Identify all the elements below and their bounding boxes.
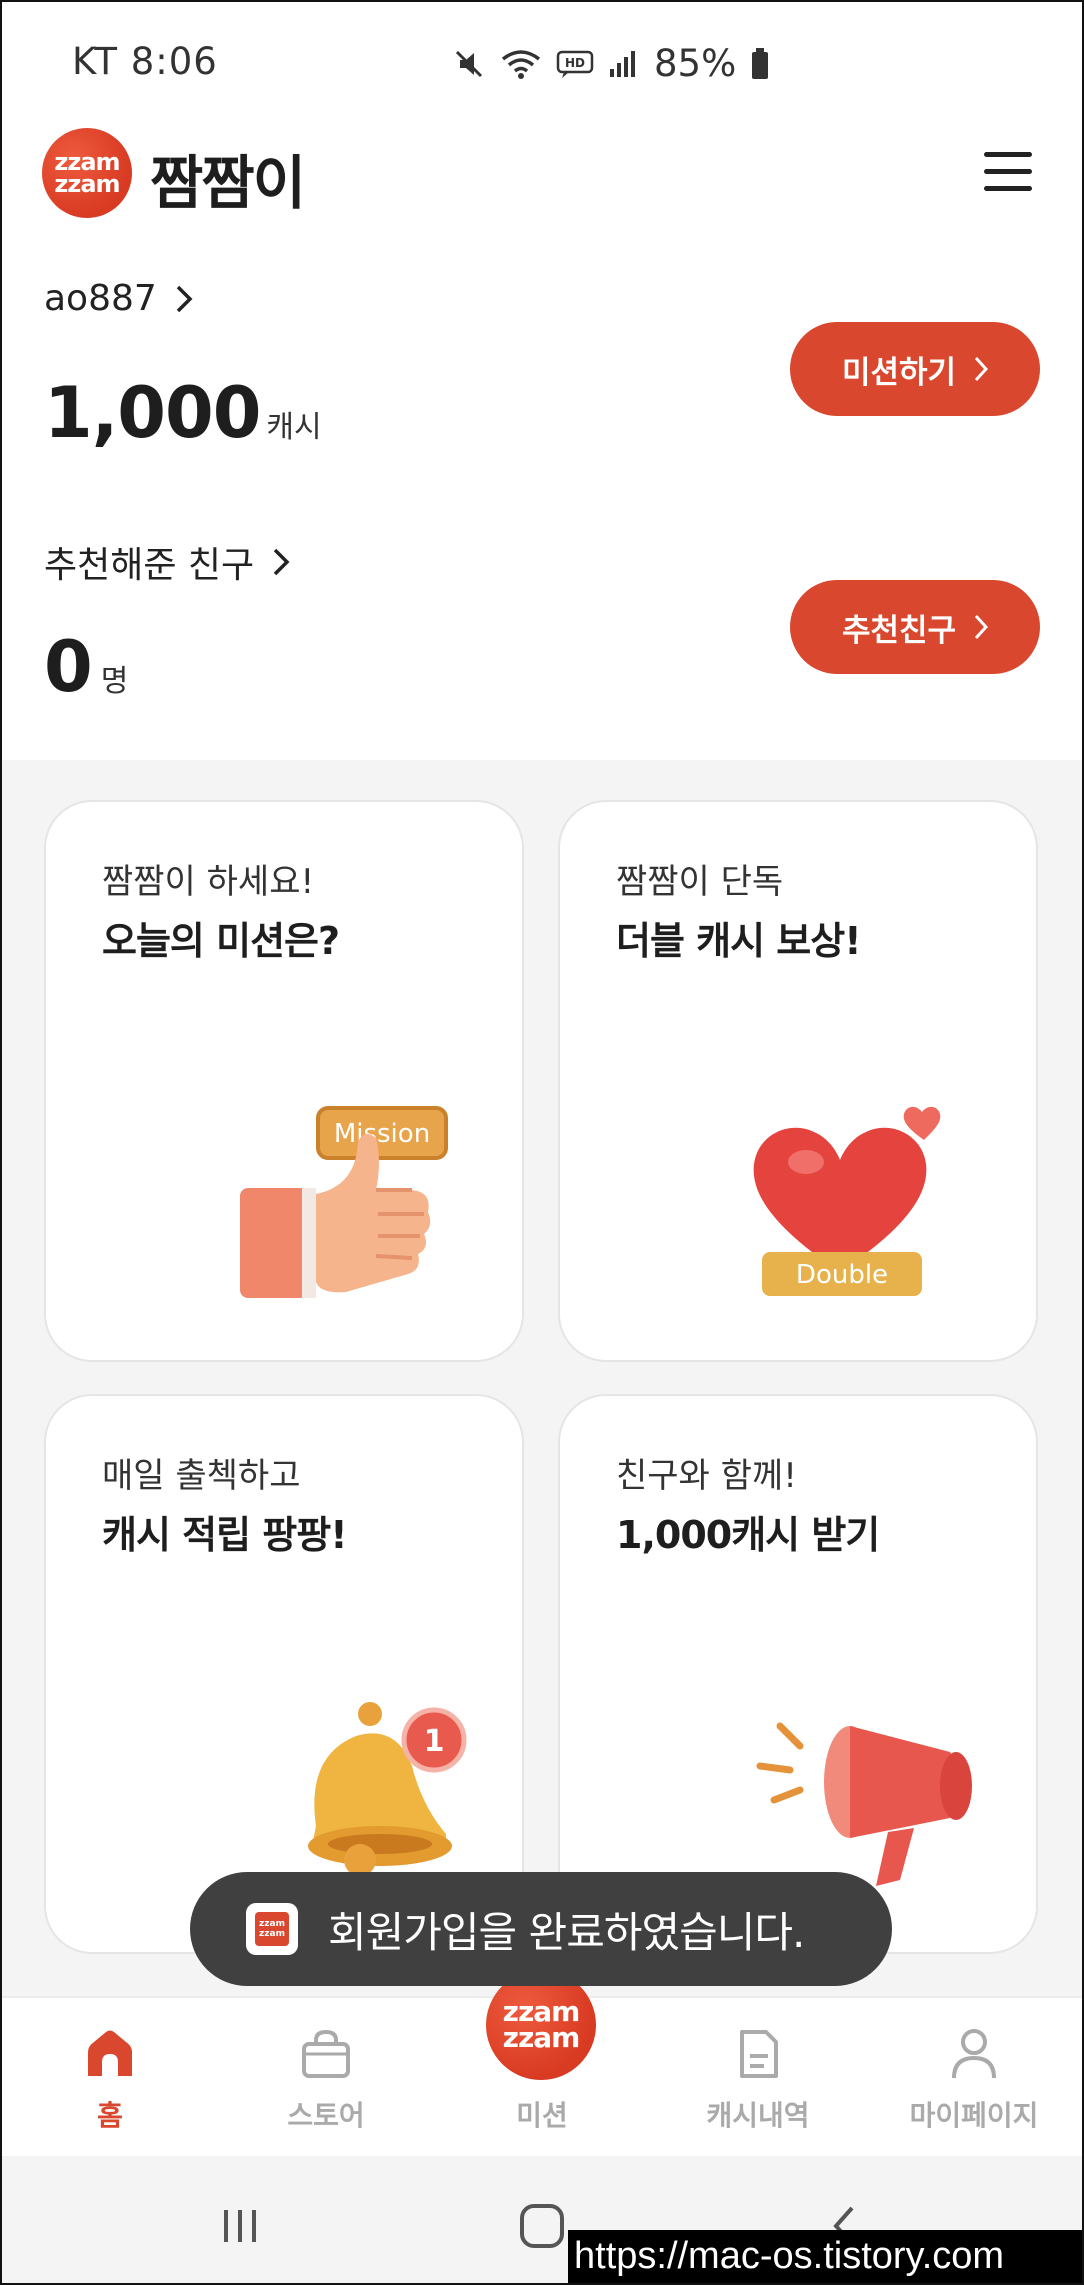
- card-today-mission[interactable]: 짬짬이 하세요! 오늘의 미션은? Mission: [44, 800, 524, 1362]
- app-icon: zzam zzam: [246, 1903, 298, 1955]
- home-icon: [88, 2030, 132, 2076]
- cash-unit: 캐시: [266, 410, 322, 445]
- wifi-icon: [501, 49, 541, 79]
- hamburger-menu-icon[interactable]: [984, 150, 1036, 194]
- nav-store[interactable]: 스토어: [226, 1998, 426, 2158]
- watermark: https://mac-os.tistory.com: [568, 2230, 1082, 2283]
- nav-my-page[interactable]: 마이페이지: [874, 1998, 1074, 2158]
- nav-home[interactable]: 홈: [10, 1998, 210, 2158]
- friends-count: 0 명: [44, 626, 128, 708]
- app-title: 짬짬이: [150, 149, 306, 217]
- hd-voice-icon: HD: [556, 50, 594, 78]
- svg-text:HD: HD: [565, 56, 585, 70]
- notification-badge: 1: [424, 1724, 445, 1759]
- mission-button[interactable]: 미션하기: [790, 322, 1040, 416]
- friends-unit: 명: [100, 664, 129, 699]
- app-logo: zzam zzam: [42, 128, 132, 218]
- card-title: 더블 캐시 보상!: [616, 919, 862, 963]
- signal-icon: [610, 50, 635, 77]
- signup-complete-toast: zzam zzam 회원가입을 완료하였습니다.: [190, 1872, 892, 1986]
- friends-label: 추천해준 친구: [44, 545, 255, 586]
- card-subtitle: 매일 출첵하고: [102, 1456, 301, 1496]
- bottom-navigation: 홈 스토어 미션 zzam zzam 캐시내역 마이페이지: [0, 1970, 1084, 2158]
- card-subtitle: 친구와 함께!: [616, 1456, 797, 1496]
- home-button-icon[interactable]: [512, 2196, 572, 2256]
- status-time: KT 8:06: [72, 40, 218, 83]
- battery-percentage: 85%: [654, 42, 737, 85]
- person-icon: [952, 2029, 996, 2079]
- card-subtitle: 짬짬이 하세요!: [102, 862, 315, 902]
- status-icons: HD 85%: [452, 42, 770, 85]
- thumbs-up-icon: Mission: [240, 1106, 448, 1298]
- chevron-right-icon: [273, 548, 290, 576]
- feature-cards-area: 짬짬이 하세요! 오늘의 미션은? Mission 짬짬이 단독 더블 캐시 보…: [0, 760, 1084, 1996]
- shopping-bag-icon: [302, 2029, 350, 2078]
- card-title: 캐시 적립 팡팡!: [102, 1513, 348, 1557]
- username: ao887: [44, 278, 157, 319]
- mission-tag: Mission: [334, 1119, 430, 1149]
- card-title: 1,000캐시 받기: [616, 1513, 880, 1557]
- toast-message: 회원가입을 완료하였습니다.: [328, 1907, 805, 1957]
- chevron-right-icon: [974, 356, 989, 382]
- megaphone-icon: [756, 1722, 972, 1886]
- card-subtitle: 짬짬이 단독: [616, 862, 784, 902]
- card-double-cash[interactable]: 짬짬이 단독 더블 캐시 보상! Double: [558, 800, 1038, 1362]
- document-icon: [740, 2030, 778, 2078]
- card-attendance[interactable]: 매일 출첵하고 캐시 적립 팡팡! 1: [44, 1394, 524, 1954]
- chevron-right-icon: [176, 285, 193, 312]
- chevron-right-icon: [974, 614, 989, 640]
- app-header: zzam zzam 짬짬이: [0, 120, 1084, 230]
- mute-icon: [455, 50, 483, 77]
- username-link[interactable]: ao887: [44, 278, 193, 319]
- zzamzzam-logo-icon[interactable]: zzam zzam: [486, 1970, 596, 2080]
- referral-button[interactable]: 추천친구: [790, 580, 1040, 674]
- cash-balance: 1,000 캐시: [44, 372, 322, 454]
- heart-icon: Double: [753, 1106, 941, 1296]
- bell-icon: 1: [308, 1702, 467, 1876]
- card-title: 오늘의 미션은?: [102, 919, 340, 963]
- referred-friends-link[interactable]: 추천해준 친구: [44, 536, 290, 588]
- recent-apps-icon[interactable]: [210, 2196, 270, 2256]
- status-bar: KT 8:06 HD 85%: [0, 0, 1084, 120]
- friends-value: 0: [44, 626, 93, 708]
- cash-value: 1,000: [44, 372, 261, 454]
- double-tag: Double: [796, 1260, 888, 1290]
- card-invite-friends[interactable]: 친구와 함께! 1,000캐시 받기: [558, 1394, 1038, 1954]
- account-summary: ao887 1,000 캐시 미션하기 추천해준 친구 0 명 추천친구: [0, 230, 1084, 760]
- nav-cash-history[interactable]: 캐시내역: [658, 1998, 858, 2158]
- battery-icon: [752, 47, 769, 79]
